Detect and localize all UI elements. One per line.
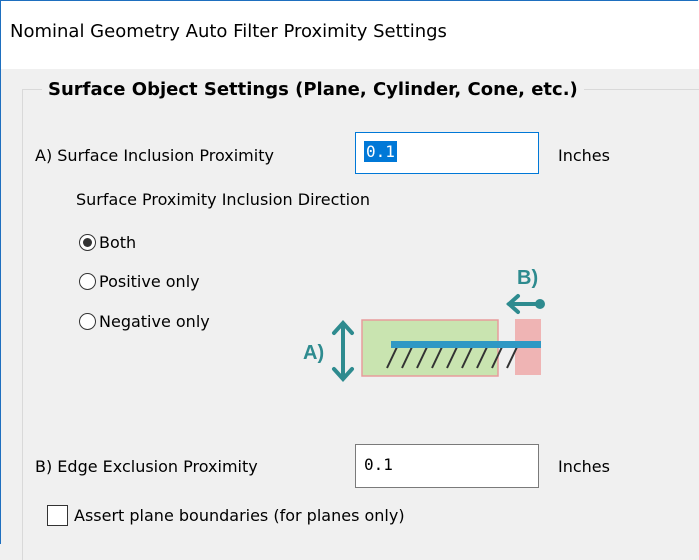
radio-negative-label: Negative only: [99, 312, 210, 331]
edge-exclusion-input[interactable]: 0.1: [355, 444, 539, 488]
window-title: Nominal Geometry Auto Filter Proximity S…: [10, 21, 447, 42]
a-arrow-icon: [332, 320, 354, 382]
surface-inclusion-label: A) Surface Inclusion Proximity: [35, 146, 274, 165]
radio-both-label: Both: [99, 233, 137, 252]
title-bar: Nominal Geometry Auto Filter Proximity S…: [1, 1, 699, 69]
radio-negative-only[interactable]: Negative only: [79, 312, 210, 331]
radio-both-indicator: [79, 234, 96, 251]
edge-exclusion-label: B) Edge Exclusion Proximity: [35, 457, 258, 476]
diagram-label-b: B): [517, 267, 538, 289]
surface-inclusion-input[interactable]: 0.1: [355, 132, 539, 174]
radio-positive-only[interactable]: Positive only: [79, 272, 200, 291]
radio-positive-indicator: [79, 273, 96, 290]
b-arrow-dot: [535, 299, 545, 309]
assert-plane-boundaries-checkbox[interactable]: Assert plane boundaries (for planes only…: [47, 505, 405, 526]
surface-bar: [391, 341, 541, 348]
radio-both[interactable]: Both: [79, 233, 136, 252]
radio-negative-indicator: [79, 313, 96, 330]
proximity-diagram: A) B): [303, 267, 545, 382]
assert-plane-label: Assert plane boundaries (for planes only…: [74, 506, 405, 525]
group-title: Surface Object Settings (Plane, Cylinder…: [42, 79, 584, 100]
surface-inclusion-value: 0.1: [364, 141, 397, 162]
direction-label: Surface Proximity Inclusion Direction: [76, 190, 371, 209]
surface-inclusion-unit: Inches: [558, 146, 610, 165]
edge-exclusion-value: 0.1: [364, 455, 393, 474]
b-arrow-icon: [505, 294, 541, 314]
radio-positive-label: Positive only: [99, 272, 200, 291]
assert-plane-checkbox-box: [47, 505, 68, 526]
edge-exclusion-unit: Inches: [558, 457, 610, 476]
diagram-label-a: A): [303, 342, 324, 364]
